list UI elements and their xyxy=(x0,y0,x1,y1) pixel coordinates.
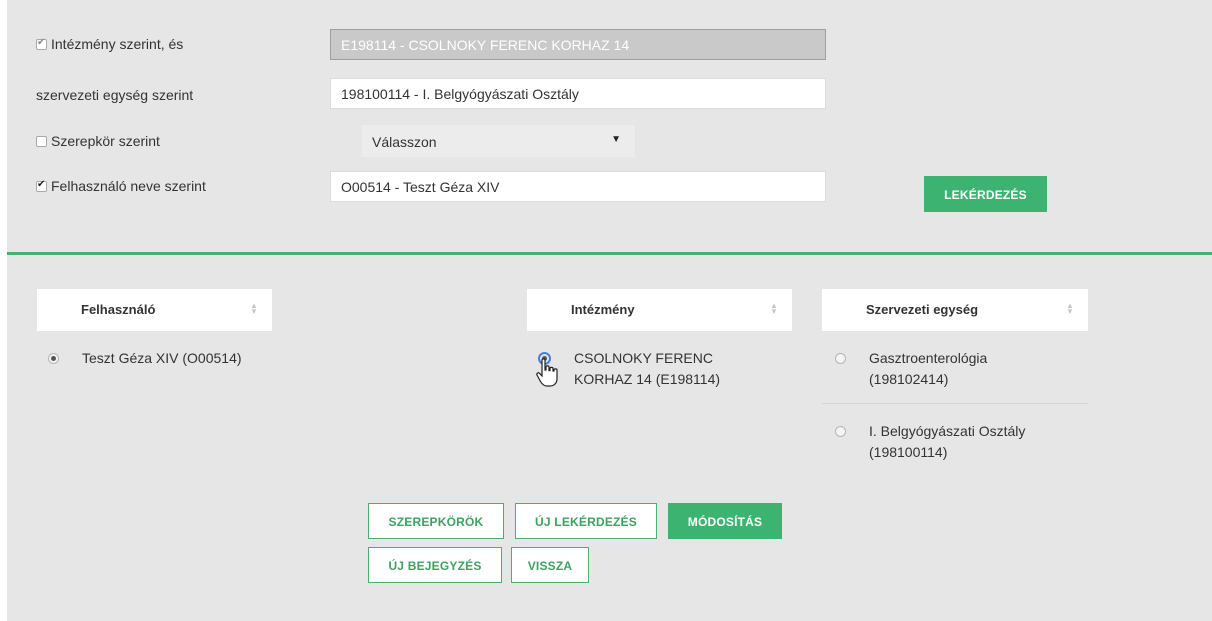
filter-user[interactable]: Felhasználó neve szerint xyxy=(36,178,206,194)
new-entry-button[interactable]: ÚJ BEJEGYZÉS xyxy=(368,547,502,583)
role-select[interactable]: Válasszon ▼ xyxy=(362,125,635,157)
row-divider xyxy=(822,403,1088,404)
sort-icon[interactable]: ▲ ▼ xyxy=(250,302,258,316)
unit-row-line1: Gasztroenterológia xyxy=(869,350,988,366)
role-checkbox[interactable] xyxy=(36,136,47,147)
section-divider xyxy=(7,252,1212,255)
unit-row-line1: I. Belgyógyászati Osztály xyxy=(869,423,1026,439)
unit-column-header[interactable]: Szervezeti egység ▲ ▼ xyxy=(822,289,1088,331)
unit-row-radio[interactable] xyxy=(835,353,846,364)
unit-row-line2: (198102414) xyxy=(869,371,949,387)
unit-column-label: Szervezeti egység xyxy=(866,302,979,317)
unit-row-radio[interactable] xyxy=(835,426,846,437)
user-row-radio[interactable] xyxy=(48,353,59,364)
user-row-label: Teszt Géza XIV (O00514) xyxy=(82,350,242,366)
unit-row-label: I. Belgyógyászati Osztály (198100114) xyxy=(869,421,1025,463)
hand-pointer-icon xyxy=(536,358,558,387)
institution-field: E198114 - CSOLNOKY FERENC KORHAZ 14 xyxy=(330,29,826,60)
sort-icon[interactable]: ▲ ▼ xyxy=(1066,302,1074,316)
caret-down-icon: ▼ xyxy=(611,134,621,145)
new-query-button[interactable]: ÚJ LEKÉRDEZÉS xyxy=(515,503,657,539)
unit-filter-label: szervezeti egység szerint xyxy=(36,87,194,103)
query-button[interactable]: LEKÉRDEZÉS xyxy=(924,176,1047,212)
user-column-label: Felhasználó xyxy=(81,302,156,317)
unit-row-label: Gasztroenterológia (198102414) xyxy=(869,348,987,390)
institution-column-header[interactable]: Intézmény ▲ ▼ xyxy=(527,289,792,331)
institution-filter-label: Intézmény szerint, és xyxy=(51,36,184,52)
sort-icon[interactable]: ▲ ▼ xyxy=(770,302,778,316)
role-filter-label: Szerepkör szerint xyxy=(51,133,160,149)
modify-button[interactable]: MÓDOSÍTÁS xyxy=(668,503,782,539)
user-checkbox[interactable] xyxy=(36,179,47,192)
filter-role[interactable]: Szerepkör szerint xyxy=(36,133,160,149)
institution-row-label: CSOLNOKY FERENC KORHAZ 14 (E198114) xyxy=(574,348,720,390)
institution-checkbox[interactable] xyxy=(36,37,47,50)
unit-field[interactable]: 198100114 - I. Belgyógyászati Osztály xyxy=(330,78,826,109)
roles-button[interactable]: SZEREPKÖRÖK xyxy=(368,503,504,539)
institution-column-label: Intézmény xyxy=(571,302,635,317)
filter-institution[interactable]: Intézmény szerint, és xyxy=(36,36,183,52)
role-select-value: Válasszon xyxy=(372,134,437,150)
institution-row-line1: CSOLNOKY FERENC xyxy=(574,350,713,366)
unit-row-line2: (198100114) xyxy=(869,444,948,460)
user-filter-label: Felhasználó neve szerint xyxy=(51,178,206,194)
user-field[interactable]: O00514 - Teszt Géza XIV xyxy=(330,171,826,202)
institution-row-line2: KORHAZ 14 (E198114) xyxy=(574,371,721,387)
user-column-header[interactable]: Felhasználó ▲ ▼ xyxy=(37,289,272,331)
back-button[interactable]: VISSZA xyxy=(511,547,589,583)
